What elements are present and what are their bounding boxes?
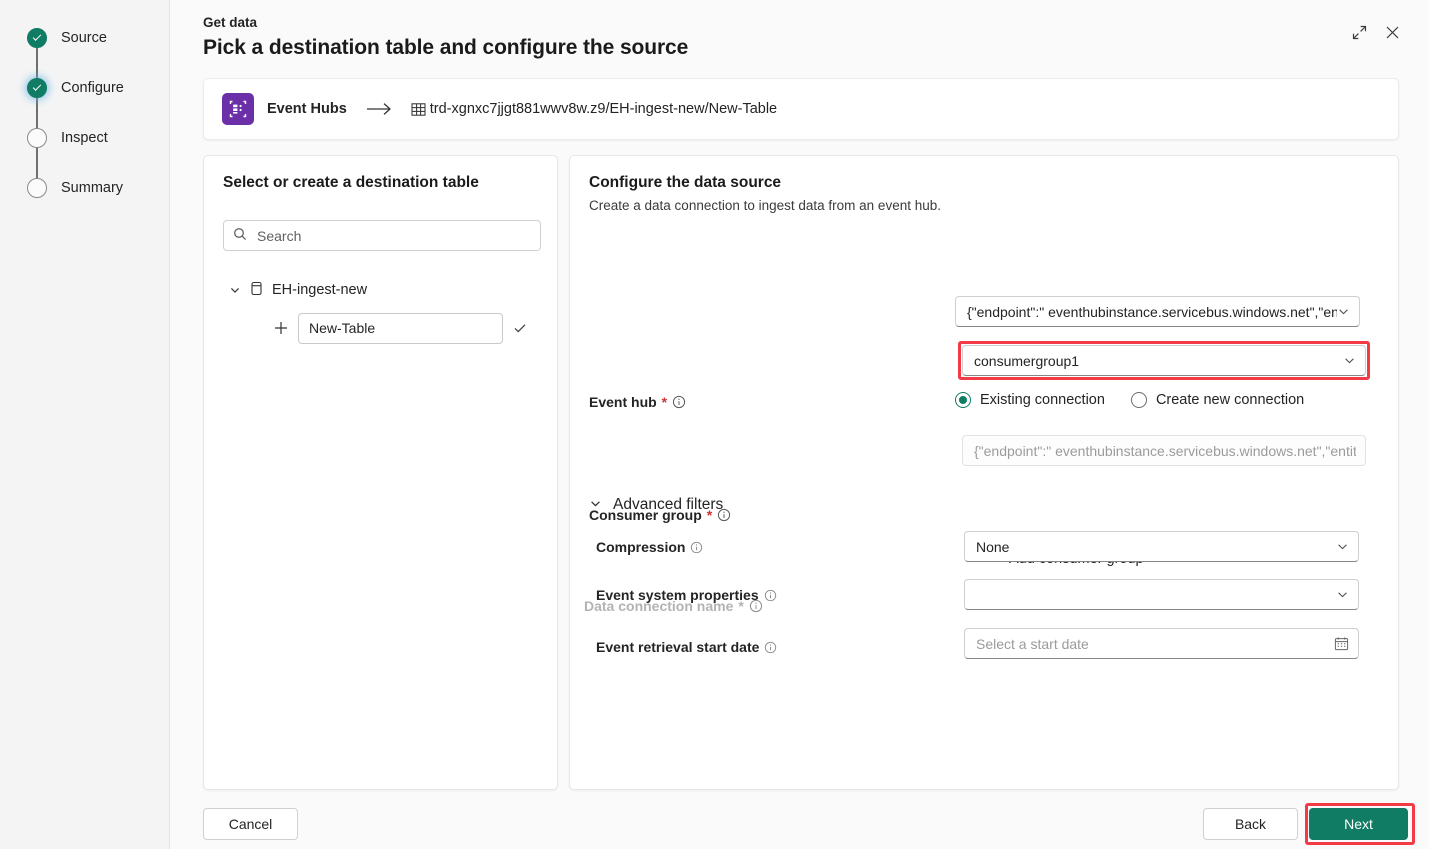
get-data-dialog: Get data Pick a destination table and co… xyxy=(170,0,1429,849)
wizard-stepper: Source Configure Inspect Summary xyxy=(0,0,170,849)
event-retrieval-start-date-picker[interactable]: Select a start date xyxy=(964,628,1359,659)
search-icon xyxy=(233,227,247,244)
new-table-name-input[interactable] xyxy=(298,312,503,344)
destination-path: trd-xgnxc7jjgt881wwv8w.z9/EH-ingest-new/… xyxy=(429,101,778,117)
expand-icon[interactable] xyxy=(1345,18,1373,46)
data-connection-name-placeholder: {"endpoint":" eventhubinstance.servicebu… xyxy=(974,442,1356,459)
dialog-eyebrow: Get data xyxy=(203,15,258,30)
chevron-down-icon xyxy=(589,497,602,513)
tree-node-database[interactable]: EH-ingest-new xyxy=(223,278,543,302)
info-icon[interactable] xyxy=(764,641,777,654)
step-status-pending-icon xyxy=(27,128,47,148)
page-title: Pick a destination table and configure t… xyxy=(203,36,689,59)
start-date-placeholder: Select a start date xyxy=(976,635,1089,652)
radio-create-new-connection[interactable]: Create new connection xyxy=(1130,392,1305,408)
checkmark-icon[interactable] xyxy=(512,320,528,336)
stepper-item-inspect[interactable]: Inspect xyxy=(0,123,170,153)
source-type-label: Event Hubs xyxy=(267,101,347,117)
chevron-down-icon xyxy=(1337,305,1350,318)
event-hub-label: Event hub * xyxy=(589,394,686,410)
radio-selected-icon xyxy=(955,392,971,408)
radio-existing-connection[interactable]: Existing connection xyxy=(955,392,1105,408)
next-button[interactable]: Next xyxy=(1309,808,1408,840)
info-icon[interactable] xyxy=(690,541,703,554)
database-icon xyxy=(250,281,263,299)
event-hubs-icon xyxy=(222,93,254,125)
stepper-item-label: Source xyxy=(61,30,107,46)
event-retrieval-start-date-label: Event retrieval start date xyxy=(596,639,777,655)
arrow-right-icon xyxy=(366,102,392,116)
chevron-down-icon xyxy=(1336,588,1349,601)
chevron-down-icon xyxy=(1336,540,1349,553)
radio-label: Existing connection xyxy=(980,392,1105,408)
cancel-button[interactable]: Cancel xyxy=(203,808,298,840)
destination-table-panel: Select or create a destination table Sea… xyxy=(203,155,558,790)
right-panel-subtitle: Create a data connection to ingest data … xyxy=(589,198,941,213)
chevron-down-icon xyxy=(1343,354,1356,367)
consumer-group-value: consumergroup1 xyxy=(974,352,1080,369)
stepper-item-label: Summary xyxy=(61,180,124,196)
stepper-item-configure[interactable]: Configure xyxy=(0,73,170,103)
stepper-item-source[interactable]: Source xyxy=(0,23,170,53)
event-hub-connection-value: {"endpoint":" eventhubinstance.servicebu… xyxy=(967,303,1337,320)
calendar-icon[interactable] xyxy=(1334,636,1349,651)
step-status-pending-icon xyxy=(27,178,47,198)
event-system-properties-dropdown[interactable] xyxy=(964,579,1359,610)
stepper-item-label: Configure xyxy=(61,80,124,96)
radio-unselected-icon xyxy=(1130,392,1147,408)
compression-label: Compression xyxy=(596,539,703,555)
info-icon[interactable] xyxy=(764,589,777,602)
search-box[interactable] xyxy=(223,220,541,251)
event-system-properties-label: Event system properties xyxy=(596,587,777,603)
table-icon xyxy=(411,102,426,117)
event-hub-connection-dropdown[interactable]: {"endpoint":" eventhubinstance.servicebu… xyxy=(955,296,1360,327)
data-connection-name-input: {"endpoint":" eventhubinstance.servicebu… xyxy=(962,435,1366,466)
tree-node-new-table xyxy=(223,312,543,344)
right-panel-title: Configure the data source xyxy=(589,174,782,191)
data-source-config-panel: Configure the data source Create a data … xyxy=(569,155,1399,790)
source-destination-card: Event Hubs trd-xgnxc7jjgt881wwv8w.z9/EH-… xyxy=(203,78,1399,140)
consumer-group-dropdown[interactable]: consumergroup1 xyxy=(962,345,1366,376)
database-name-label: EH-ingest-new xyxy=(272,282,368,298)
stepper-item-label: Inspect xyxy=(61,130,108,146)
search-input[interactable] xyxy=(255,226,531,245)
advanced-filters-label: Advanced filters xyxy=(613,496,724,513)
back-button[interactable]: Back xyxy=(1203,808,1298,840)
plus-icon[interactable] xyxy=(273,320,289,336)
event-hub-connection-mode-radiogroup: Existing connection Create new connectio… xyxy=(955,392,1304,408)
step-status-done-icon xyxy=(27,78,47,98)
info-icon[interactable] xyxy=(672,395,686,409)
destination-table-tree: EH-ingest-new xyxy=(223,278,543,344)
dialog-titlebar: Get data Pick a destination table and co… xyxy=(170,0,1429,72)
advanced-filters-toggle[interactable]: Advanced filters xyxy=(589,496,723,514)
close-icon[interactable] xyxy=(1378,18,1406,46)
compression-dropdown[interactable]: None xyxy=(964,531,1359,562)
left-panel-title: Select or create a destination table xyxy=(223,174,479,191)
compression-value: None xyxy=(976,538,1010,555)
chevron-down-icon[interactable] xyxy=(229,284,241,296)
radio-label: Create new connection xyxy=(1155,392,1305,408)
stepper-item-summary[interactable]: Summary xyxy=(0,173,170,203)
step-status-done-icon xyxy=(27,28,47,48)
